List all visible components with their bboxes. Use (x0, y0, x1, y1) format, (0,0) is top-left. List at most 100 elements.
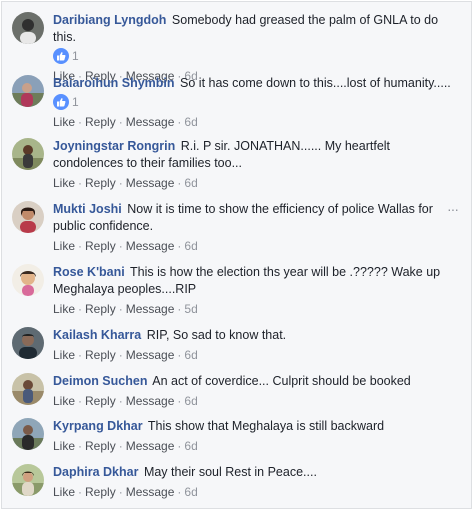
separator: · (118, 394, 123, 408)
comment-author-link[interactable]: Baiaroihun Shymbin (53, 76, 175, 90)
like-link[interactable]: Like (53, 115, 75, 129)
message-link[interactable]: Message (126, 485, 175, 499)
comment-text: RIP, So sad to know that. (146, 328, 287, 342)
message-link[interactable]: Message (126, 439, 175, 453)
separator: · (177, 176, 182, 190)
comment-text-block: Daphira Dkhar May their soul Rest in Pea… (53, 464, 457, 481)
timestamp[interactable]: 6d (184, 239, 197, 253)
comments-panel: Daribiang Lyngdoh Somebody had greased t… (1, 1, 472, 509)
message-link[interactable]: Message (126, 239, 175, 253)
comment-actions: Like · Reply · Message · 6d (53, 238, 457, 254)
reply-link[interactable]: Reply (85, 302, 116, 316)
separator: · (78, 485, 83, 499)
more-options-icon[interactable]: ··· (447, 202, 461, 216)
separator: · (118, 485, 123, 499)
timestamp[interactable]: 5d (184, 302, 197, 316)
reply-link[interactable]: Reply (85, 115, 116, 129)
comment-text: An act of coverdice... Culprit should be… (152, 374, 411, 388)
timestamp[interactable]: 6d (184, 394, 197, 408)
comment-text-block: Joyningstar Rongrin R.i. P sir. JONATHAN… (53, 138, 457, 172)
reply-link[interactable]: Reply (85, 485, 116, 499)
message-link[interactable]: Message (126, 348, 175, 362)
separator: · (78, 176, 83, 190)
like-link[interactable]: Like (53, 485, 75, 499)
reply-link[interactable]: Reply (85, 394, 116, 408)
comment-text: This show that Meghalaya is still backwa… (147, 419, 385, 433)
comment-actions: Like · Reply · Message · 6d (53, 175, 457, 191)
separator: · (118, 439, 123, 453)
comment-author-link[interactable]: Deimon Suchen (53, 374, 147, 388)
separator: · (118, 348, 123, 362)
timestamp[interactable]: 6d (184, 485, 197, 499)
comment-actions: Like · Reply · Message · 6d (53, 114, 457, 130)
timestamp[interactable]: 6d (184, 115, 197, 129)
reply-link[interactable]: Reply (85, 348, 116, 362)
comment-text: May their soul Rest in Peace.... (143, 465, 317, 479)
separator: · (177, 302, 182, 316)
comment-text-block: Rose K'bani This is how the election ths… (53, 264, 457, 298)
avatar[interactable] (12, 373, 44, 405)
comment-author-link[interactable]: Daribiang Lyngdoh (53, 13, 166, 27)
reply-link[interactable]: Reply (85, 439, 116, 453)
avatar[interactable] (12, 12, 44, 44)
comment-text-block: Kyrpang Dkhar This show that Meghalaya i… (53, 418, 457, 435)
separator: · (177, 348, 182, 362)
reaction-count: 1 (72, 95, 79, 109)
timestamp[interactable]: 6d (184, 176, 197, 190)
separator: · (118, 115, 123, 129)
reaction-summary[interactable]: 1 (53, 93, 457, 111)
message-link[interactable]: Message (126, 394, 175, 408)
separator: · (118, 302, 123, 316)
comment-actions: Like · Reply · Message · 6d (53, 438, 457, 454)
message-link[interactable]: Message (126, 302, 175, 316)
like-link[interactable]: Like (53, 348, 75, 362)
like-link[interactable]: Like (53, 439, 75, 453)
separator: · (78, 302, 83, 316)
separator: · (177, 439, 182, 453)
like-link[interactable]: Like (53, 302, 75, 316)
avatar[interactable] (12, 464, 44, 496)
comment-author-link[interactable]: Daphira Dkhar (53, 465, 138, 479)
comment-author-link[interactable]: Joyningstar Rongrin (53, 139, 175, 153)
timestamp[interactable]: 6d (184, 348, 197, 362)
like-link[interactable]: Like (53, 176, 75, 190)
thumbs-up-icon (53, 48, 69, 64)
comment-author-link[interactable]: Mukti Joshi (53, 202, 122, 216)
reaction-count: 1 (72, 49, 79, 63)
separator: · (177, 115, 182, 129)
comment-text-block: Baiaroihun Shymbin So it has come down t… (53, 75, 457, 92)
avatar[interactable] (12, 201, 44, 233)
comment-author-link[interactable]: Rose K'bani (53, 265, 125, 279)
comment-text-block: Daribiang Lyngdoh Somebody had greased t… (53, 12, 457, 46)
comment-author-link[interactable]: Kailash Kharra (53, 328, 141, 342)
avatar[interactable] (12, 138, 44, 170)
separator: · (78, 348, 83, 362)
separator: · (118, 239, 123, 253)
like-link[interactable]: Like (53, 239, 75, 253)
comment-actions: Like · Reply · Message · 5d (53, 301, 457, 317)
reaction-summary[interactable]: 1 (53, 47, 457, 65)
reply-link[interactable]: Reply (85, 176, 116, 190)
like-link[interactable]: Like (53, 394, 75, 408)
separator: · (78, 394, 83, 408)
avatar[interactable] (12, 327, 44, 359)
comment-actions: Like · Reply · Message · 6d (53, 484, 457, 500)
comment-actions: Like · Reply · Message · 6d (53, 347, 457, 363)
separator: · (118, 176, 123, 190)
separator: · (177, 485, 182, 499)
avatar[interactable] (12, 418, 44, 450)
comment-text: So it has come down to this....lost of h… (180, 76, 451, 90)
comment-author-link[interactable]: Kyrpang Dkhar (53, 419, 143, 433)
message-link[interactable]: Message (126, 115, 175, 129)
comment-text-block: Kailash Kharra RIP, So sad to know that. (53, 327, 457, 344)
comment-actions: Like · Reply · Message · 6d (53, 393, 457, 409)
timestamp[interactable]: 6d (184, 439, 197, 453)
separator: · (177, 394, 182, 408)
thumbs-up-icon (53, 94, 69, 110)
avatar[interactable] (12, 264, 44, 296)
reply-link[interactable]: Reply (85, 239, 116, 253)
message-link[interactable]: Message (126, 176, 175, 190)
comment-text-block: Deimon Suchen An act of coverdice... Cul… (53, 373, 457, 390)
separator: · (78, 239, 83, 253)
avatar[interactable] (12, 75, 44, 107)
